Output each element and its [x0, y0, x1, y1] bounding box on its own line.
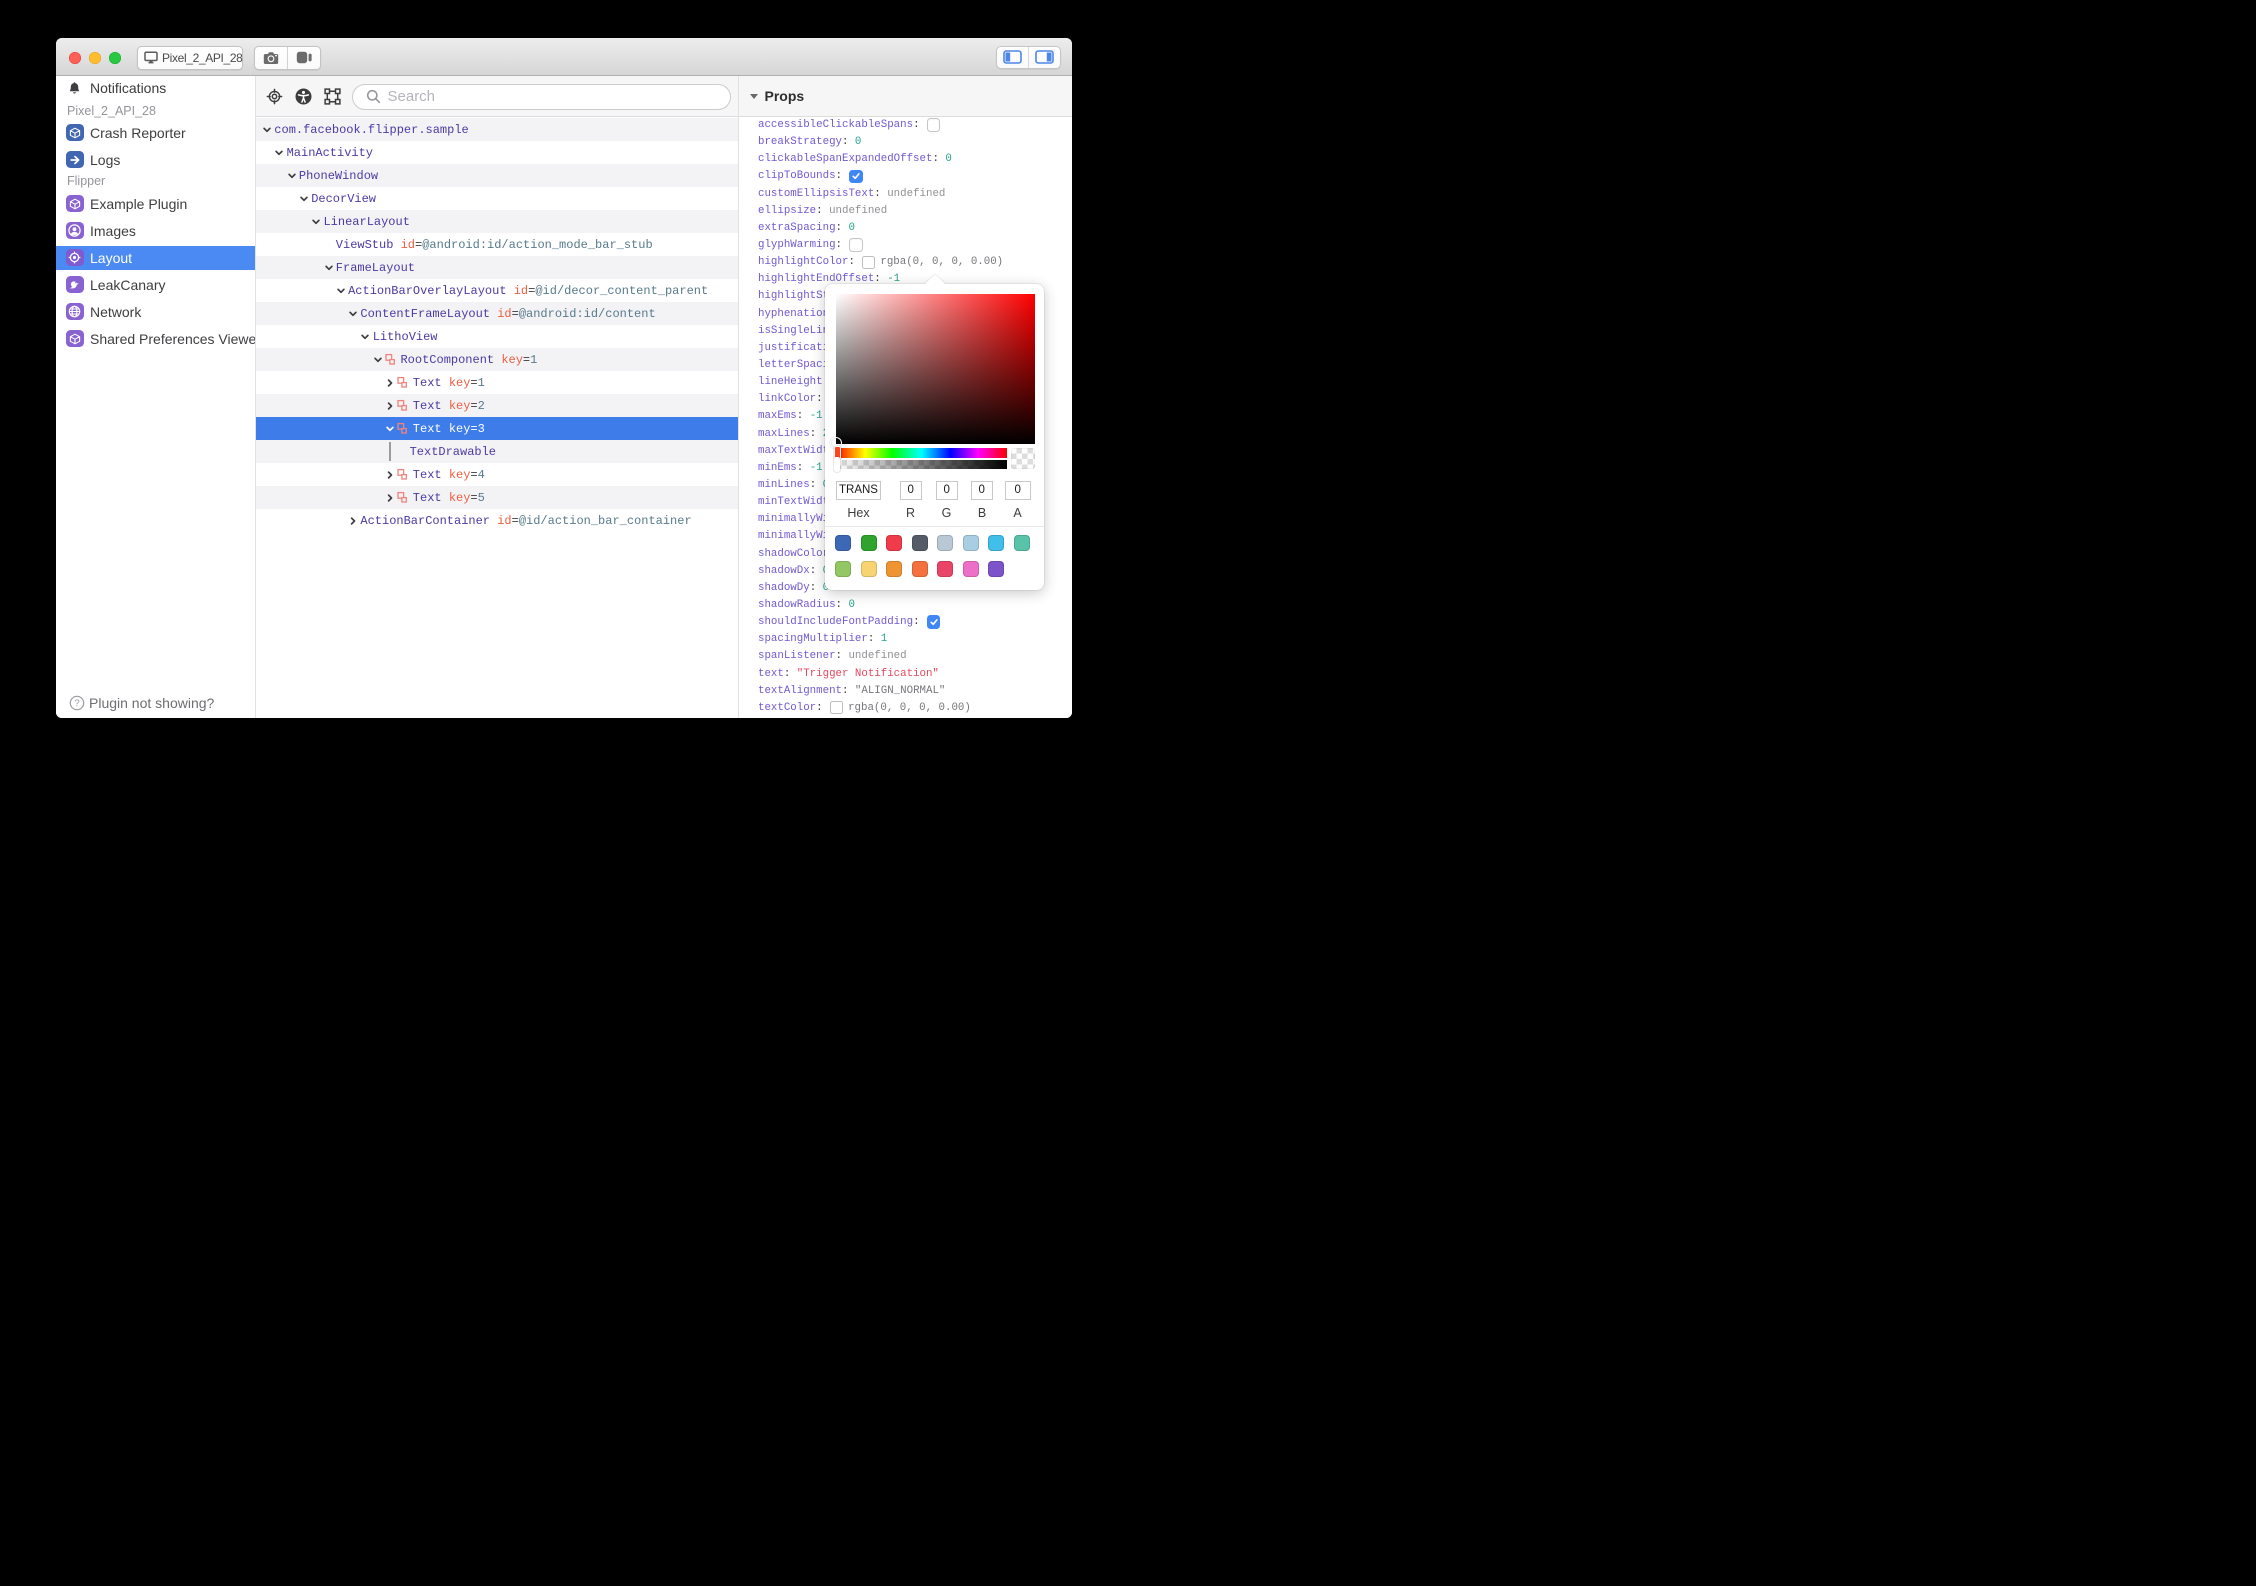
svg-text:?: ? [74, 698, 79, 709]
